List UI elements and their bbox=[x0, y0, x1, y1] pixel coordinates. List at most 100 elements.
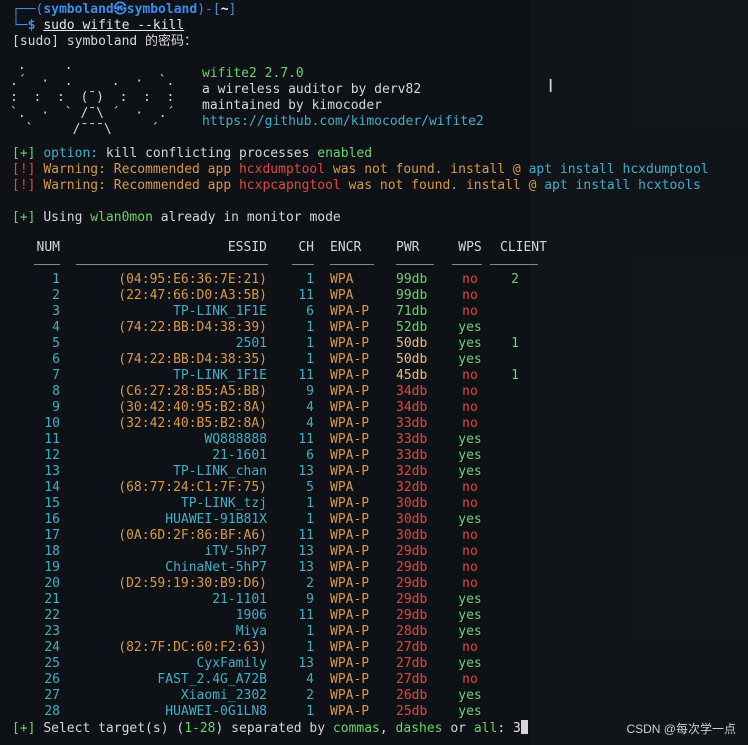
table-row: 7 TP-LINK_1F1E 11 WPA-P 45db no 1 bbox=[12, 368, 552, 384]
cell-essid: (82:7F:DC:60:F2:63) bbox=[118, 640, 267, 655]
cell-num: 19 bbox=[44, 560, 60, 575]
cell-ch: 13 bbox=[298, 544, 314, 559]
header-underline-ch bbox=[292, 264, 314, 265]
cell-essid: Xiaomi_2302 bbox=[180, 688, 267, 703]
cell-pwr: 30db bbox=[396, 496, 428, 511]
prompt-line-top: ┌──(symboland㉿symboland)-[~] bbox=[12, 2, 236, 18]
terminal-window[interactable]: ┌──(symboland㉿symboland)-[~] └─$ sudo wi… bbox=[0, 0, 748, 745]
cell-ch: 13 bbox=[298, 560, 314, 575]
using-text-a: Using bbox=[43, 210, 91, 225]
cell-essid: (74:22:BB:D4:38:35) bbox=[118, 352, 267, 367]
text-cursor-icon: Ⅰ bbox=[548, 76, 554, 97]
prompt-user-host: symboland㉿symboland bbox=[43, 2, 198, 17]
cell-wps: yes bbox=[458, 688, 482, 703]
cell-pwr: 50db bbox=[396, 352, 428, 367]
option-value: enabled bbox=[317, 146, 373, 161]
cell-essid: TP-LINK_1F1E bbox=[173, 368, 267, 383]
command-text: sudo wifite --kill bbox=[43, 18, 185, 33]
banner-url-link[interactable]: https://github.com/kimocoder/wifite2 bbox=[202, 114, 484, 130]
cell-ch: 11 bbox=[298, 368, 314, 383]
cell-essid: 1906 bbox=[235, 608, 267, 623]
cell-pwr: 27db bbox=[396, 656, 428, 671]
cell-pwr: 52db bbox=[396, 320, 428, 335]
terminal-cursor bbox=[520, 720, 528, 734]
table-row: 16 HUAWEI-91B81X 1 WPA-P 30db yes bbox=[12, 512, 552, 528]
cell-essid: (68:77:24:C1:7F:75) bbox=[118, 480, 267, 495]
cell-ch: 2 bbox=[306, 576, 314, 591]
using-prefix: [+] bbox=[12, 210, 44, 225]
warning-app: hcxpcapngtool bbox=[238, 178, 341, 193]
header-wps: WPS bbox=[458, 240, 482, 255]
header-client: CLIENT bbox=[500, 240, 547, 255]
table-row: 15 TP-LINK_tzj 1 WPA-P 30db no bbox=[12, 496, 552, 512]
select-text-c: , bbox=[379, 721, 396, 736]
cell-pwr: 32db bbox=[396, 464, 428, 479]
header-encr: ENCR bbox=[330, 240, 362, 255]
select-prefix: [+] bbox=[12, 721, 44, 736]
cell-wps: no bbox=[462, 640, 478, 655]
cell-ch: 4 bbox=[306, 416, 314, 431]
cell-encr: WPA-P bbox=[330, 368, 370, 383]
table-row: 3 TP-LINK_1F1E 6 WPA-P 71db no bbox=[12, 304, 552, 320]
cell-ch: 1 bbox=[306, 272, 314, 287]
cell-wps: yes bbox=[458, 320, 482, 335]
cell-ch: 1 bbox=[306, 352, 314, 367]
cell-pwr: 30db bbox=[396, 528, 428, 543]
cell-essid: (04:95:E6:36:7E:21) bbox=[118, 272, 267, 287]
cell-num: 6 bbox=[52, 352, 60, 367]
cell-wps: yes bbox=[458, 336, 482, 351]
cell-encr: WPA-P bbox=[330, 320, 370, 335]
cell-pwr: 28db bbox=[396, 624, 428, 639]
cell-encr: WPA-P bbox=[330, 528, 370, 543]
cell-num: 22 bbox=[44, 608, 60, 623]
cell-encr: WPA-P bbox=[330, 496, 370, 511]
cell-wps: no bbox=[462, 528, 478, 543]
cell-num: 10 bbox=[44, 416, 60, 431]
cell-essid: Miya bbox=[235, 624, 267, 639]
cell-num: 13 bbox=[44, 464, 60, 479]
cell-essid: (74:22:BB:D4:38:39) bbox=[118, 320, 267, 335]
header-underline-wps bbox=[452, 264, 482, 265]
using-interface-line: [+] Using wlan0mon already in monitor mo… bbox=[12, 210, 341, 226]
table-row: 18 iTV-5hP7 13 WPA-P 29db no bbox=[12, 544, 552, 560]
cell-encr: WPA-P bbox=[330, 704, 370, 719]
cell-num: 8 bbox=[52, 384, 60, 399]
cell-ch: 6 bbox=[306, 448, 314, 463]
warning-apt: apt install hcxdumptool bbox=[528, 162, 709, 177]
table-row: 24 (82:7F:DC:60:F2:63) 1 WPA-P 27db no bbox=[12, 640, 552, 656]
cell-encr: WPA-P bbox=[330, 416, 370, 431]
cell-pwr: 34db bbox=[396, 384, 428, 399]
cell-pwr: 29db bbox=[396, 576, 428, 591]
cell-num: 4 bbox=[52, 320, 60, 335]
cell-encr: WPA-P bbox=[330, 512, 370, 527]
cell-essid: 21-1601 bbox=[212, 448, 267, 463]
cell-encr: WPA-P bbox=[330, 576, 370, 591]
table-row: 14 (68:77:24:C1:7F:75) 5 WPA 32db no bbox=[12, 480, 552, 496]
select-text-a: Select target(s) ( bbox=[43, 721, 185, 736]
cell-ch: 13 bbox=[298, 656, 314, 671]
cell-num: 23 bbox=[44, 624, 60, 639]
wifite-logo: . . .´ · . . · `. : : : (¯) : : : `. · `… bbox=[10, 58, 175, 137]
banner-name: wifite2 2.7.0 bbox=[202, 66, 304, 81]
cell-essid: TP-LINK_tzj bbox=[180, 496, 267, 511]
cell-num: 24 bbox=[44, 640, 60, 655]
cell-ch: 6 bbox=[306, 304, 314, 319]
cell-essid: FAST_2.4G_A72B bbox=[157, 672, 267, 687]
select-target-line[interactable]: [+] Select target(s) (1-28) separated by… bbox=[12, 720, 528, 737]
cell-num: 27 bbox=[44, 688, 60, 703]
cell-wps: yes bbox=[458, 704, 482, 719]
cell-pwr: 27db bbox=[396, 672, 428, 687]
cell-encr: WPA bbox=[330, 272, 354, 287]
cell-pwr: 26db bbox=[396, 688, 428, 703]
cell-encr: WPA-P bbox=[330, 384, 370, 399]
cell-ch: 1 bbox=[306, 336, 314, 351]
cell-pwr: 34db bbox=[396, 400, 428, 415]
cell-essid: (32:42:40:B5:B2:8A) bbox=[118, 416, 267, 431]
warning-label: Warning: Recommended app bbox=[43, 178, 239, 193]
cell-num: 17 bbox=[44, 528, 60, 543]
cell-wps: no bbox=[462, 560, 478, 575]
prompt-dollar: $ bbox=[27, 18, 44, 33]
target-input[interactable]: 3 bbox=[513, 721, 521, 736]
cell-pwr: 29db bbox=[396, 560, 428, 575]
cell-wps: yes bbox=[458, 512, 482, 527]
